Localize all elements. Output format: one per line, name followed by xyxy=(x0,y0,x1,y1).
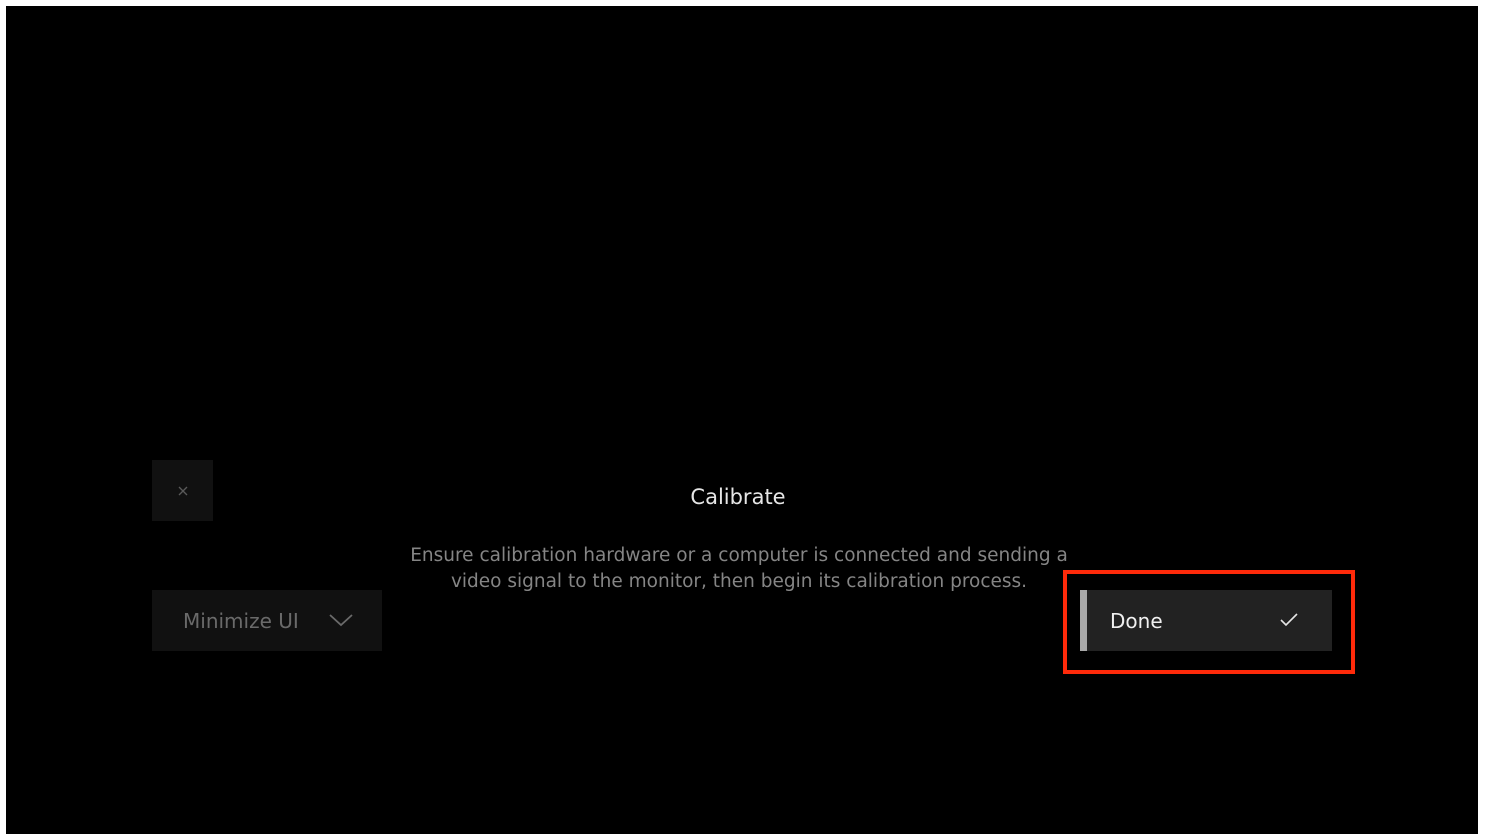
done-label: Done xyxy=(1110,609,1163,633)
done-button[interactable]: Done xyxy=(1080,590,1332,651)
dialog-description: Ensure calibration hardware or a compute… xyxy=(410,545,1068,592)
minimize-ui-label: Minimize UI xyxy=(183,609,299,633)
checkmark-icon xyxy=(1280,613,1298,627)
close-button[interactable] xyxy=(152,460,213,521)
dialog-title: Calibrate xyxy=(690,485,786,509)
chevron-down-icon xyxy=(329,614,353,627)
calibrate-screen: Minimize UI Calibrate Ensure calibration… xyxy=(6,6,1478,834)
minimize-ui-button[interactable]: Minimize UI xyxy=(152,590,382,651)
close-icon xyxy=(178,486,187,495)
done-focus-indicator xyxy=(1080,590,1087,651)
